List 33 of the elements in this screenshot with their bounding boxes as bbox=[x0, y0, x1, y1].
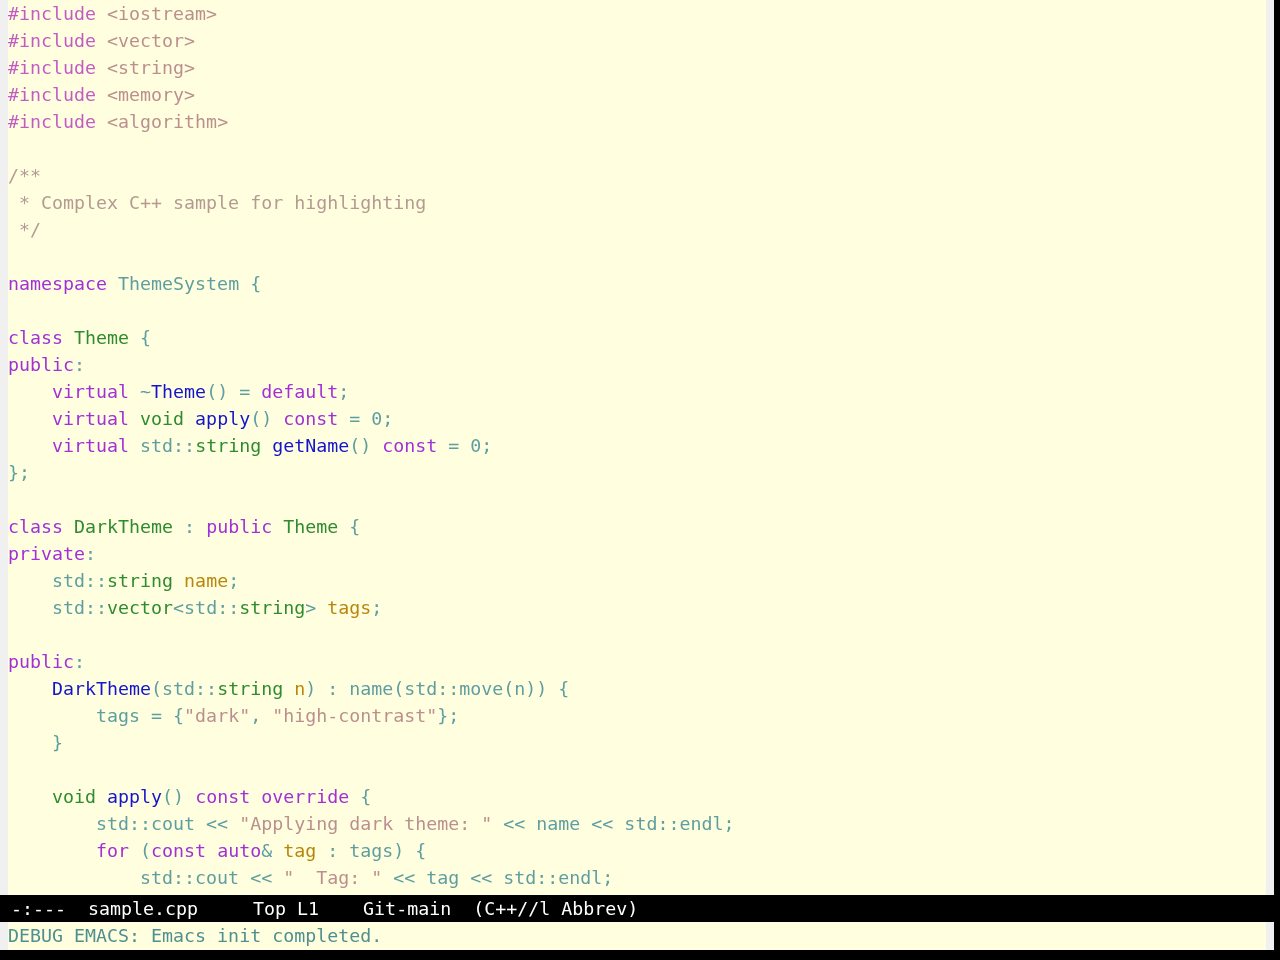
code-line: * Complex C++ sample for highlighting bbox=[18, 191, 427, 215]
modified-status: -:--- bbox=[11, 897, 66, 921]
code-line: public: bbox=[8, 353, 86, 377]
code-line: virtual ~Theme() = default; bbox=[51, 380, 350, 404]
code-line: void apply() const override { bbox=[51, 785, 372, 809]
code-line: } bbox=[51, 731, 64, 755]
code-line: std::string name; bbox=[51, 569, 240, 593]
code-line: class DarkTheme : public Theme { bbox=[8, 515, 361, 539]
code-line: virtual void apply() const = 0; bbox=[51, 407, 394, 431]
major-mode: (C++//l Abbrev) bbox=[473, 897, 639, 921]
code-line: tags = {"dark", "high-contrast"}; bbox=[95, 704, 460, 728]
code-line: DarkTheme(std::string n) : name(std::move(n)) { bbox=[51, 677, 570, 701]
code-line: #include <iostream> bbox=[8, 2, 218, 26]
code-line: /** bbox=[8, 164, 42, 188]
echo-message: DEBUG EMACS: Emacs init completed. bbox=[8, 924, 383, 948]
git-branch: Git-main bbox=[363, 897, 452, 921]
code-line: std::cout << "Applying dark theme: " << name << std::endl; bbox=[95, 812, 735, 836]
code-line: namespace ThemeSystem { bbox=[8, 272, 262, 296]
code-line: private: bbox=[8, 542, 97, 566]
code-line: #include <string> bbox=[8, 56, 196, 80]
code-line: }; bbox=[8, 461, 30, 485]
code-line: std::vector<std::string> tags; bbox=[51, 596, 383, 620]
cursor-position: Top L1 bbox=[253, 897, 320, 921]
code-line: std::cout << " Tag: " << tag << std::endl; bbox=[139, 866, 614, 890]
buffer-name: sample.cpp bbox=[88, 897, 199, 921]
code-line: #include <algorithm> bbox=[8, 110, 229, 134]
code-line: public: bbox=[8, 650, 86, 674]
code-line: for (const auto& tag : tags) { bbox=[95, 839, 427, 863]
code-line: #include <memory> bbox=[8, 83, 196, 107]
code-line: #include <vector> bbox=[8, 29, 196, 53]
code-line: virtual std::string getName() const = 0; bbox=[51, 434, 493, 458]
code-line: class Theme { bbox=[8, 326, 152, 350]
code-line: */ bbox=[18, 218, 42, 242]
